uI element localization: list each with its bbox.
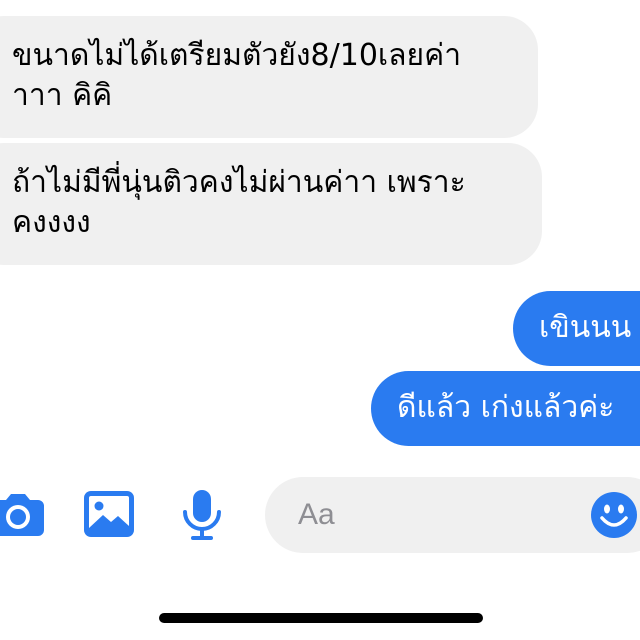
photo-icon[interactable] [84, 491, 134, 541]
message-input[interactable] [298, 496, 558, 534]
microphone-icon[interactable] [182, 490, 222, 544]
camera-icon[interactable] [0, 490, 44, 542]
outgoing-message-bubble[interactable]: ดีแล้ว เก่งแล้วค่ะ [371, 371, 640, 446]
incoming-message-bubble[interactable]: ขนาดไม่ได้เตรียมตัวยัง8/10เลยค่า าาา คิค… [0, 16, 538, 138]
home-indicator[interactable] [159, 613, 483, 623]
emoji-icon[interactable] [591, 492, 637, 542]
chat-screen: ขนาดไม่ได้เตรียมตัวยัง8/10เลยค่า าาา คิค… [0, 0, 640, 640]
message-composer[interactable] [265, 477, 640, 553]
outgoing-message-bubble[interactable]: เขินนน [513, 291, 640, 366]
incoming-message-bubble[interactable]: ถ้าไม่มีพี่นุ่นติวคงไม่ผ่านค่าา เพราะ คง… [0, 143, 542, 265]
